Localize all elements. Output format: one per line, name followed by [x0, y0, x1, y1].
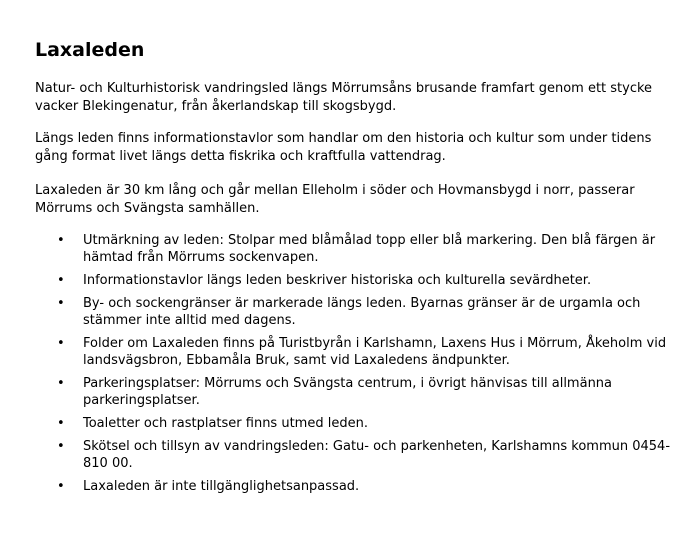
- list-item-text: By- och sockengränser är markerade längs…: [83, 296, 641, 328]
- list-item: • Skötsel och tillsyn av vandringsleden:…: [35, 438, 675, 472]
- intro-paragraph: Natur- och Kulturhistorisk vandringsled …: [35, 81, 653, 114]
- list-item: • Toaletter och rastplatser finns utmed …: [35, 415, 675, 432]
- route-length-paragraph: Laxaleden är 30 km lång och går mellan E…: [35, 183, 635, 216]
- list-item-text: Utmärkning av leden: Stolpar med blåmåla…: [83, 233, 656, 265]
- bullet-icon: •: [57, 273, 65, 288]
- list-item-text: Informationstavlor längs leden beskriver…: [83, 273, 592, 288]
- bullet-icon: •: [57, 376, 65, 391]
- list-item-text: Parkeringsplatser: Mörrums och Svängsta …: [83, 376, 613, 408]
- list-item: • By- och sockengränser är markerade län…: [35, 295, 675, 329]
- list-item: • Laxaleden är inte tillgänglighetsanpas…: [35, 478, 675, 495]
- list-item: • Informationstavlor längs leden beskriv…: [35, 272, 675, 289]
- bullet-icon: •: [57, 439, 65, 454]
- bullet-icon: •: [57, 233, 65, 248]
- bullet-icon: •: [57, 416, 65, 431]
- bullet-icon: •: [57, 296, 65, 311]
- bullet-icon: •: [57, 479, 65, 494]
- list-item: • Parkeringsplatser: Mörrums och Svängst…: [35, 375, 675, 409]
- list-item-text: Folder om Laxaleden finns på Turistbyrån…: [83, 336, 667, 368]
- info-boards-paragraph: Längs leden finns informationstavlor som…: [35, 131, 652, 164]
- list-item: • Folder om Laxaleden finns på Turistbyr…: [35, 335, 675, 369]
- page-title: Laxaleden: [35, 39, 145, 61]
- bullet-icon: •: [57, 336, 65, 351]
- list-item: • Utmärkning av leden: Stolpar med blåmå…: [35, 232, 675, 266]
- list-item-text: Skötsel och tillsyn av vandringsleden: G…: [83, 439, 671, 471]
- facts-list: • Utmärkning av leden: Stolpar med blåmå…: [35, 232, 675, 501]
- list-item-text: Laxaleden är inte tillgänglighetsanpassa…: [83, 479, 360, 494]
- list-item-text: Toaletter och rastplatser finns utmed le…: [83, 416, 368, 431]
